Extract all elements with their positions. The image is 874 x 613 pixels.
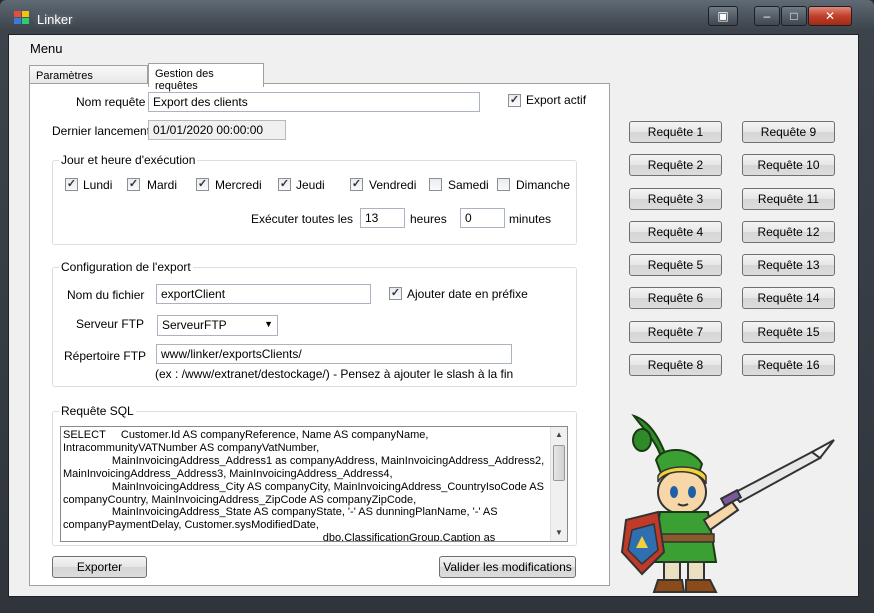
dernier-lancement-field: 01/01/2020 00:00:00 — [148, 120, 286, 140]
minutes-input[interactable]: 0 — [460, 208, 505, 228]
title-bar[interactable]: Linker ▣ – □ ✕ — [0, 0, 874, 36]
maximize-button[interactable]: □ — [781, 6, 807, 26]
request-3-button[interactable]: Requête 3 — [629, 188, 722, 210]
day-label-samedi: Samedi — [448, 178, 489, 192]
prefix-date-label: Ajouter date en préfixe — [407, 287, 528, 301]
day-checkbox-mercredi[interactable]: ✓ — [196, 178, 209, 191]
schedule-group-title: Jour et heure d'exécution — [59, 153, 198, 167]
filename-label: Nom du fichier — [67, 288, 145, 302]
sql-group-title: Requête SQL — [59, 404, 136, 418]
request-9-button[interactable]: Requête 9 — [742, 121, 835, 143]
prefix-date-checkbox[interactable]: ✓ — [389, 287, 402, 300]
ftp-server-value: ServeurFTP — [162, 318, 227, 332]
menu-item-menu[interactable]: Menu — [30, 41, 63, 56]
request-1-button[interactable]: Requête 1 — [629, 121, 722, 143]
exporter-button[interactable]: Exporter — [52, 556, 147, 578]
request-12-button[interactable]: Requête 12 — [742, 221, 835, 243]
export-config-group: Configuration de l'export Nom du fichier… — [52, 260, 577, 387]
execute-every-label: Exécuter toutes les — [251, 212, 354, 226]
request-7-button[interactable]: Requête 7 — [629, 321, 722, 343]
tab-page-gestion-requetes: Nom requête Export des clients ✓ Export … — [29, 83, 610, 586]
request-15-button[interactable]: Requête 15 — [742, 321, 835, 343]
scroll-thumb[interactable] — [553, 445, 565, 481]
ftp-directory-label: Répertoire FTP — [64, 349, 147, 363]
scroll-up-icon[interactable]: ▲ — [551, 427, 567, 443]
export-config-group-title: Configuration de l'export — [59, 260, 193, 274]
minutes-label: minutes — [509, 212, 552, 226]
day-label-mercredi: Mercredi — [215, 178, 262, 192]
request-8-button[interactable]: Requête 8 — [629, 354, 722, 376]
mascot-illustration — [620, 414, 835, 593]
window-switch-icon[interactable]: ▣ — [708, 6, 738, 26]
ftp-server-dropdown[interactable]: ServeurFTP ▼ — [157, 315, 278, 336]
day-label-vendredi: Vendredi — [369, 178, 417, 192]
day-checkbox-jeudi[interactable]: ✓ — [278, 178, 291, 191]
ftp-server-label: Serveur FTP — [76, 317, 145, 331]
ftp-directory-hint: (ex : /www/extranet/destockage/) - Pense… — [155, 367, 514, 381]
minimize-button[interactable]: – — [754, 6, 780, 26]
request-5-button[interactable]: Requête 5 — [629, 254, 722, 276]
day-checkbox-lundi[interactable]: ✓ — [65, 178, 78, 191]
request-4-button[interactable]: Requête 4 — [629, 221, 722, 243]
request-10-button[interactable]: Requête 10 — [742, 154, 835, 176]
request-14-button[interactable]: Requête 14 — [742, 287, 835, 309]
request-2-button[interactable]: Requête 2 — [629, 154, 722, 176]
app-icon — [14, 11, 30, 25]
sql-query-textarea[interactable]: SELECT Customer.Id AS companyReference, … — [60, 426, 568, 542]
export-actif-checkbox[interactable]: ✓ — [508, 94, 521, 107]
nom-requete-label: Nom requête — [76, 95, 146, 109]
day-label-dimanche: Dimanche — [516, 178, 571, 192]
sql-vertical-scrollbar[interactable]: ▲ ▼ — [550, 427, 567, 541]
app-window: Linker ▣ – □ ✕ Menu Paramètres générique… — [0, 0, 874, 613]
dernier-lancement-label: Dernier lancement — [52, 124, 151, 138]
day-checkbox-dimanche[interactable] — [497, 178, 510, 191]
sql-query-text: SELECT Customer.Id AS companyReference, … — [63, 429, 545, 542]
request-6-button[interactable]: Requête 6 — [629, 287, 722, 309]
day-checkbox-samedi[interactable] — [429, 178, 442, 191]
window-title: Linker — [37, 12, 73, 27]
day-label-mardi: Mardi — [147, 178, 178, 192]
day-label-lundi: Lundi — [83, 178, 113, 192]
day-checkbox-mardi[interactable]: ✓ — [127, 178, 140, 191]
scroll-down-icon[interactable]: ▼ — [551, 525, 567, 541]
schedule-group: Jour et heure d'exécution ✓ Lundi ✓ Mard… — [52, 153, 577, 245]
day-label-jeudi: Jeudi — [296, 178, 325, 192]
ftp-directory-input[interactable]: www/linker/exportsClients/ — [156, 344, 512, 364]
nom-requete-input[interactable]: Export des clients — [148, 92, 480, 112]
hours-label: heures — [410, 212, 447, 226]
valider-modifications-button[interactable]: Valider les modifications — [439, 556, 576, 578]
request-11-button[interactable]: Requête 11 — [742, 188, 835, 210]
menu-bar: Menu — [9, 35, 858, 59]
hours-input[interactable]: 13 — [360, 208, 405, 228]
tab-gestion-requetes[interactable]: Gestion des requêtes — [148, 63, 264, 92]
request-13-button[interactable]: Requête 13 — [742, 254, 835, 276]
request-16-button[interactable]: Requête 16 — [742, 354, 835, 376]
chevron-down-icon: ▼ — [264, 319, 273, 329]
day-checkbox-vendredi[interactable]: ✓ — [350, 178, 363, 191]
filename-input[interactable]: exportClient — [156, 284, 371, 304]
close-button[interactable]: ✕ — [808, 6, 852, 26]
export-actif-label: Export actif — [526, 93, 587, 107]
